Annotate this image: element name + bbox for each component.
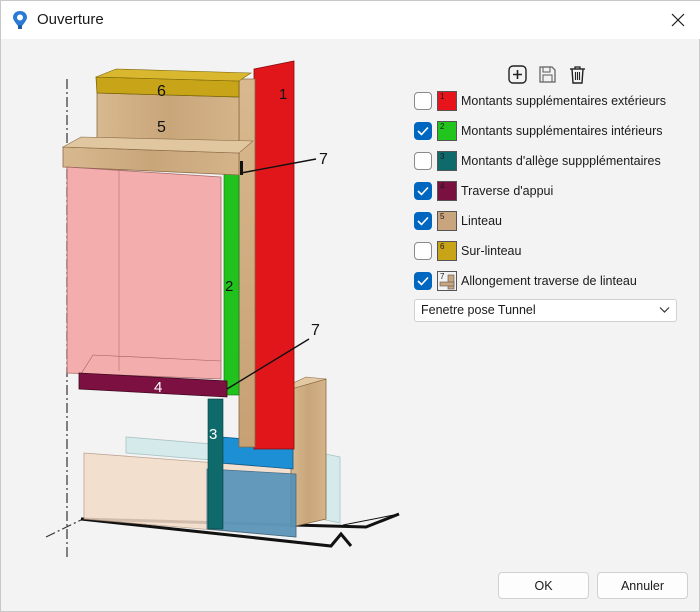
checkmark-icon bbox=[417, 126, 429, 136]
opening-illustration: 1 6 5 7 2 7 4 3 bbox=[45, 60, 400, 559]
close-icon bbox=[671, 13, 685, 27]
option-row[interactable]: 4 Traverse d'appui bbox=[414, 179, 553, 203]
checkbox[interactable] bbox=[414, 272, 432, 290]
option-label: Allongement traverse de linteau bbox=[461, 274, 637, 288]
option-row[interactable]: 7 Allongement traverse de linteau bbox=[414, 269, 637, 293]
title-bar: Ouverture bbox=[1, 1, 700, 39]
label-5: 5 bbox=[157, 119, 166, 136]
label-3: 3 bbox=[209, 426, 217, 443]
option-row[interactable]: 6 Sur-linteau bbox=[414, 239, 521, 263]
checkbox[interactable] bbox=[414, 152, 432, 170]
toolbar bbox=[506, 63, 588, 85]
option-row[interactable]: 1 Montants supplémentaires extérieurs bbox=[414, 89, 666, 113]
color-swatch: 2 bbox=[437, 121, 457, 141]
pose-type-select[interactable]: Fenetre pose Tunnel bbox=[414, 299, 677, 322]
cancel-button[interactable]: Annuler bbox=[597, 572, 688, 599]
color-swatch: 7 bbox=[437, 271, 457, 291]
dialog-window: Ouverture 1 6 5 7 2 7 4 3 1 Montants sup… bbox=[0, 0, 700, 612]
option-label: Montants supplémentaires extérieurs bbox=[461, 94, 666, 108]
window-title: Ouverture bbox=[37, 11, 104, 28]
checkbox[interactable] bbox=[414, 212, 432, 230]
color-swatch: 6 bbox=[437, 241, 457, 261]
floor-break-line bbox=[342, 513, 400, 526]
chevron-down-icon bbox=[659, 307, 670, 313]
option-label: Montants d'allège suppplémentaires bbox=[461, 154, 661, 168]
label-7-top: 7 bbox=[319, 151, 328, 168]
checkmark-icon bbox=[417, 276, 429, 286]
save-button[interactable] bbox=[536, 63, 558, 85]
checkmark-icon bbox=[417, 216, 429, 226]
option-label: Sur-linteau bbox=[461, 244, 522, 258]
label-2: 2 bbox=[225, 278, 233, 295]
checkbox[interactable] bbox=[414, 122, 432, 140]
add-square-icon bbox=[507, 64, 527, 84]
label-7-bottom: 7 bbox=[311, 322, 320, 339]
label-6: 6 bbox=[157, 83, 166, 100]
option-row[interactable]: 2 Montants supplémentaires intérieurs bbox=[414, 119, 663, 143]
option-label: Montants supplémentaires intérieurs bbox=[461, 124, 663, 138]
checkbox[interactable] bbox=[414, 92, 432, 110]
axis-line-bottom bbox=[45, 518, 84, 538]
app-icon bbox=[13, 11, 27, 29]
save-icon bbox=[538, 65, 556, 83]
add-button[interactable] bbox=[506, 63, 528, 85]
trash-icon bbox=[569, 65, 585, 84]
delete-button[interactable] bbox=[566, 63, 588, 85]
label-4: 4 bbox=[154, 379, 162, 396]
color-swatch: 3 bbox=[437, 151, 457, 171]
option-label: Linteau bbox=[461, 214, 503, 228]
checkbox[interactable] bbox=[414, 182, 432, 200]
ok-button[interactable]: OK bbox=[498, 572, 589, 599]
option-label: Traverse d'appui bbox=[461, 184, 554, 198]
color-swatch: 5 bbox=[437, 211, 457, 231]
color-swatch: 1 bbox=[437, 91, 457, 111]
color-swatch: 4 bbox=[437, 181, 457, 201]
label-1: 1 bbox=[279, 86, 287, 103]
option-row[interactable]: 3 Montants d'allège suppplémentaires bbox=[414, 149, 661, 173]
close-button[interactable] bbox=[655, 1, 700, 39]
checkmark-icon bbox=[417, 186, 429, 196]
select-value: Fenetre pose Tunnel bbox=[421, 303, 536, 317]
checkbox[interactable] bbox=[414, 242, 432, 260]
beam-extension-icon bbox=[439, 274, 455, 290]
option-row[interactable]: 5 Linteau bbox=[414, 209, 502, 233]
